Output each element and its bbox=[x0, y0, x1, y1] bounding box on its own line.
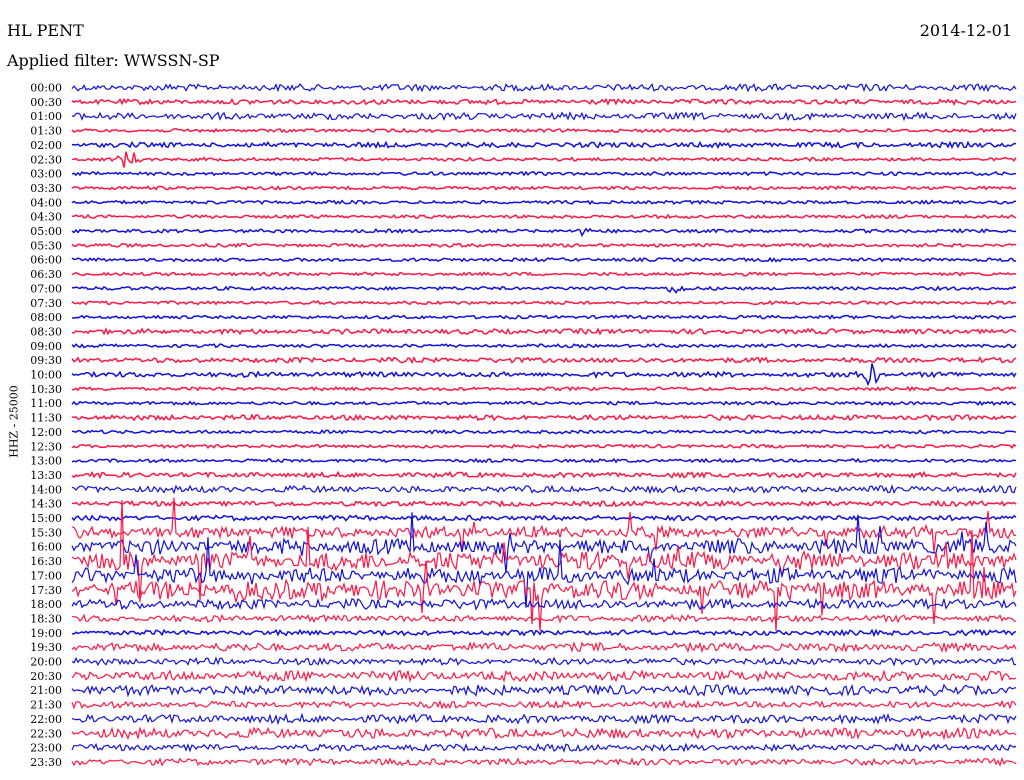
trace-time-label: 18:30 bbox=[30, 612, 62, 625]
trace-time-label: 12:30 bbox=[30, 440, 62, 453]
seismic-trace bbox=[71, 712, 1017, 726]
seismic-trace bbox=[71, 170, 1017, 177]
trace-time-label: 15:30 bbox=[30, 526, 62, 539]
trace-time-label: 04:30 bbox=[30, 211, 62, 224]
trace-time-label: 07:00 bbox=[30, 282, 62, 295]
trace-time-label: 07:30 bbox=[30, 297, 62, 310]
seismic-trace bbox=[71, 97, 1017, 106]
seismic-trace bbox=[71, 227, 1017, 238]
trace-time-label: 08:00 bbox=[30, 311, 62, 324]
trace-time-label: 06:30 bbox=[30, 268, 62, 281]
seismic-trace bbox=[71, 140, 1016, 150]
trace-time-label: 19:30 bbox=[30, 641, 62, 654]
seismic-trace bbox=[71, 285, 1017, 294]
trace-time-label: 08:30 bbox=[30, 325, 62, 338]
trace-time-label: 17:00 bbox=[30, 569, 62, 582]
trace-time-label: 09:30 bbox=[30, 354, 62, 367]
seismic-trace bbox=[71, 656, 1016, 667]
seismic-trace bbox=[71, 457, 1017, 464]
seismic-trace bbox=[71, 742, 1017, 753]
seismic-trace bbox=[72, 314, 1017, 320]
trace-time-label: 02:00 bbox=[30, 139, 62, 152]
trace-time-label: 05:30 bbox=[30, 239, 62, 252]
seismic-trace bbox=[71, 199, 1017, 206]
seismic-trace bbox=[71, 613, 1017, 624]
seismic-trace bbox=[71, 343, 1017, 349]
trace-time-label: 00:00 bbox=[30, 82, 62, 95]
trace-time-label: 11:00 bbox=[30, 397, 62, 410]
trace-time-label: 20:30 bbox=[30, 670, 62, 683]
seismic-trace bbox=[71, 597, 1017, 611]
seismic-trace bbox=[71, 669, 1017, 683]
trace-time-label: 22:00 bbox=[30, 713, 62, 726]
trace-time-label: 20:00 bbox=[30, 656, 62, 669]
seismic-trace bbox=[71, 327, 1017, 336]
trace-time-label: 10:00 bbox=[30, 369, 62, 382]
seismic-trace bbox=[71, 756, 1017, 767]
seismic-trace bbox=[71, 185, 1017, 191]
trace-time-label: 16:30 bbox=[30, 555, 62, 568]
trace-time-label: 01:00 bbox=[30, 110, 62, 123]
trace-time-label: 23:30 bbox=[30, 756, 62, 769]
seismic-trace bbox=[71, 151, 1017, 168]
trace-time-label: 21:30 bbox=[30, 699, 62, 712]
seismic-trace bbox=[71, 355, 1017, 365]
seismic-trace bbox=[71, 537, 1017, 608]
trace-time-label: 12:00 bbox=[30, 426, 62, 439]
trace-time-label: 17:30 bbox=[30, 584, 62, 597]
trace-time-label: 03:00 bbox=[30, 168, 62, 181]
trace-time-label: 14:00 bbox=[30, 483, 62, 496]
trace-time-label: 22:30 bbox=[30, 727, 62, 740]
seismic-trace bbox=[71, 429, 1017, 435]
seismic-trace bbox=[71, 363, 1017, 387]
trace-time-label: 15:00 bbox=[30, 512, 62, 525]
seismic-trace bbox=[71, 83, 1017, 93]
trace-time-label: 16:00 bbox=[30, 541, 62, 554]
seismic-trace bbox=[71, 699, 1017, 710]
seismic-trace bbox=[71, 400, 1017, 406]
seismic-trace bbox=[71, 499, 1017, 508]
trace-time-label: 00:30 bbox=[30, 96, 62, 109]
seismic-trace bbox=[71, 213, 1017, 220]
seismic-trace bbox=[71, 443, 1017, 450]
seismic-trace bbox=[71, 683, 1017, 698]
trace-time-label: 09:00 bbox=[30, 340, 62, 353]
seismic-trace bbox=[71, 299, 1017, 306]
trace-time-label: 13:00 bbox=[30, 455, 62, 468]
trace-time-label: 18:00 bbox=[30, 598, 62, 611]
trace-time-label: 19:00 bbox=[30, 627, 62, 640]
trace-time-label: 04:00 bbox=[30, 196, 62, 209]
seismic-trace bbox=[71, 111, 1017, 122]
trace-time-label: 05:00 bbox=[30, 225, 62, 238]
seismic-trace bbox=[71, 484, 1017, 495]
helicorder-plot: 00:0000:3001:00 01:3002:0002:30 03:0003:30… bbox=[30, 82, 1017, 769]
seismic-trace bbox=[71, 256, 1017, 263]
trace-time-label: 10:30 bbox=[30, 383, 62, 396]
trace-time-label: 14:30 bbox=[30, 498, 62, 511]
trace-time-label: 11:30 bbox=[30, 412, 62, 425]
seismic-trace bbox=[71, 242, 1017, 249]
trace-time-label: 03:30 bbox=[30, 182, 62, 195]
seismic-trace bbox=[71, 470, 1017, 480]
seismic-trace bbox=[71, 628, 1017, 638]
seismic-trace bbox=[71, 127, 1017, 134]
seismic-trace bbox=[71, 641, 1017, 654]
trace-time-label: 21:00 bbox=[30, 684, 62, 697]
trace-time-label: 01:30 bbox=[30, 125, 62, 138]
trace-time-label: 23:00 bbox=[30, 742, 62, 755]
trace-time-label: 02:30 bbox=[30, 153, 62, 166]
trace-time-label: 06:00 bbox=[30, 254, 62, 267]
seismic-trace bbox=[71, 385, 1017, 392]
trace-time-label: 13:30 bbox=[30, 469, 62, 482]
seismic-trace bbox=[71, 514, 1017, 522]
seismic-trace bbox=[71, 413, 1017, 422]
seismic-trace bbox=[71, 271, 1017, 278]
seismic-trace bbox=[71, 726, 1017, 741]
